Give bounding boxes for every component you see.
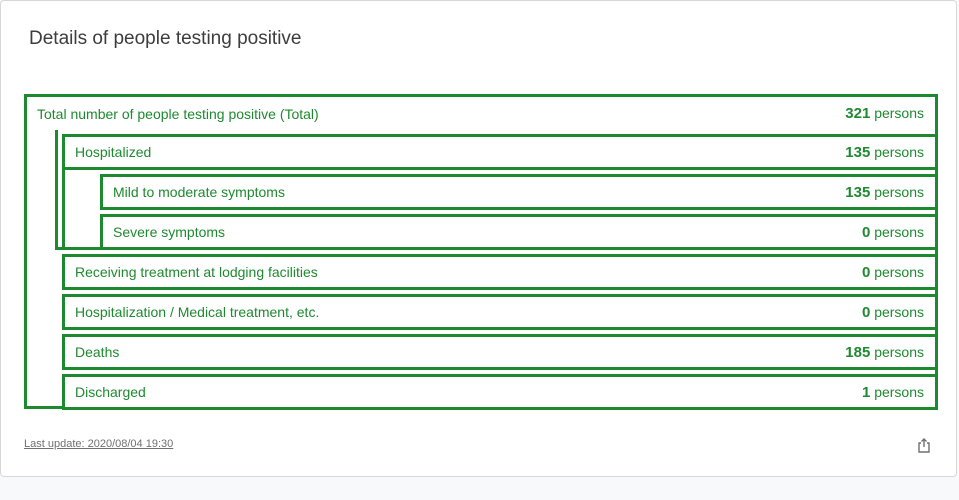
- row-mild: Mild to moderate symptoms 135 persons: [100, 174, 938, 210]
- row-total: Total number of people testing positive …: [24, 94, 938, 130]
- row-value: 185 persons: [845, 343, 924, 361]
- row-value: 1 persons: [861, 383, 924, 401]
- row-label: Hospitalized: [75, 144, 152, 160]
- row-discharged: Discharged 1 persons: [62, 374, 938, 410]
- row-value: 135 persons: [845, 183, 924, 201]
- row-label: Severe symptoms: [113, 224, 226, 240]
- row-value: 321 persons: [845, 105, 924, 122]
- row-label: Deaths: [75, 344, 120, 360]
- row-label: Mild to moderate symptoms: [113, 184, 285, 200]
- row-value: 0 persons: [861, 263, 924, 281]
- row-label: Receiving treatment at lodging facilitie…: [75, 264, 318, 280]
- row-label: Total number of people testing positive …: [37, 105, 319, 122]
- row-lodging: Receiving treatment at lodging facilitie…: [62, 254, 938, 290]
- row-value: 0 persons: [861, 303, 924, 321]
- row-medical-treatment: Hospitalization / Medical treatment, etc…: [62, 294, 938, 330]
- row-value: 0 persons: [861, 223, 924, 241]
- row-label: Hospitalization / Medical treatment, etc…: [75, 304, 320, 320]
- row-severe: Severe symptoms 0 persons: [100, 214, 938, 250]
- last-update-link[interactable]: Last update: 2020/08/04 19:30: [24, 438, 173, 450]
- row-hospitalized: Hospitalized 135 persons: [62, 134, 938, 170]
- row-deaths: Deaths 185 persons: [62, 334, 938, 370]
- row-value: 135 persons: [845, 143, 924, 161]
- row-label: Discharged: [75, 384, 146, 400]
- positive-details-card: Details of people testing positive Total…: [0, 0, 957, 477]
- card-title: Details of people testing positive: [29, 28, 302, 49]
- share-icon: [918, 437, 930, 453]
- share-button[interactable]: [914, 435, 934, 455]
